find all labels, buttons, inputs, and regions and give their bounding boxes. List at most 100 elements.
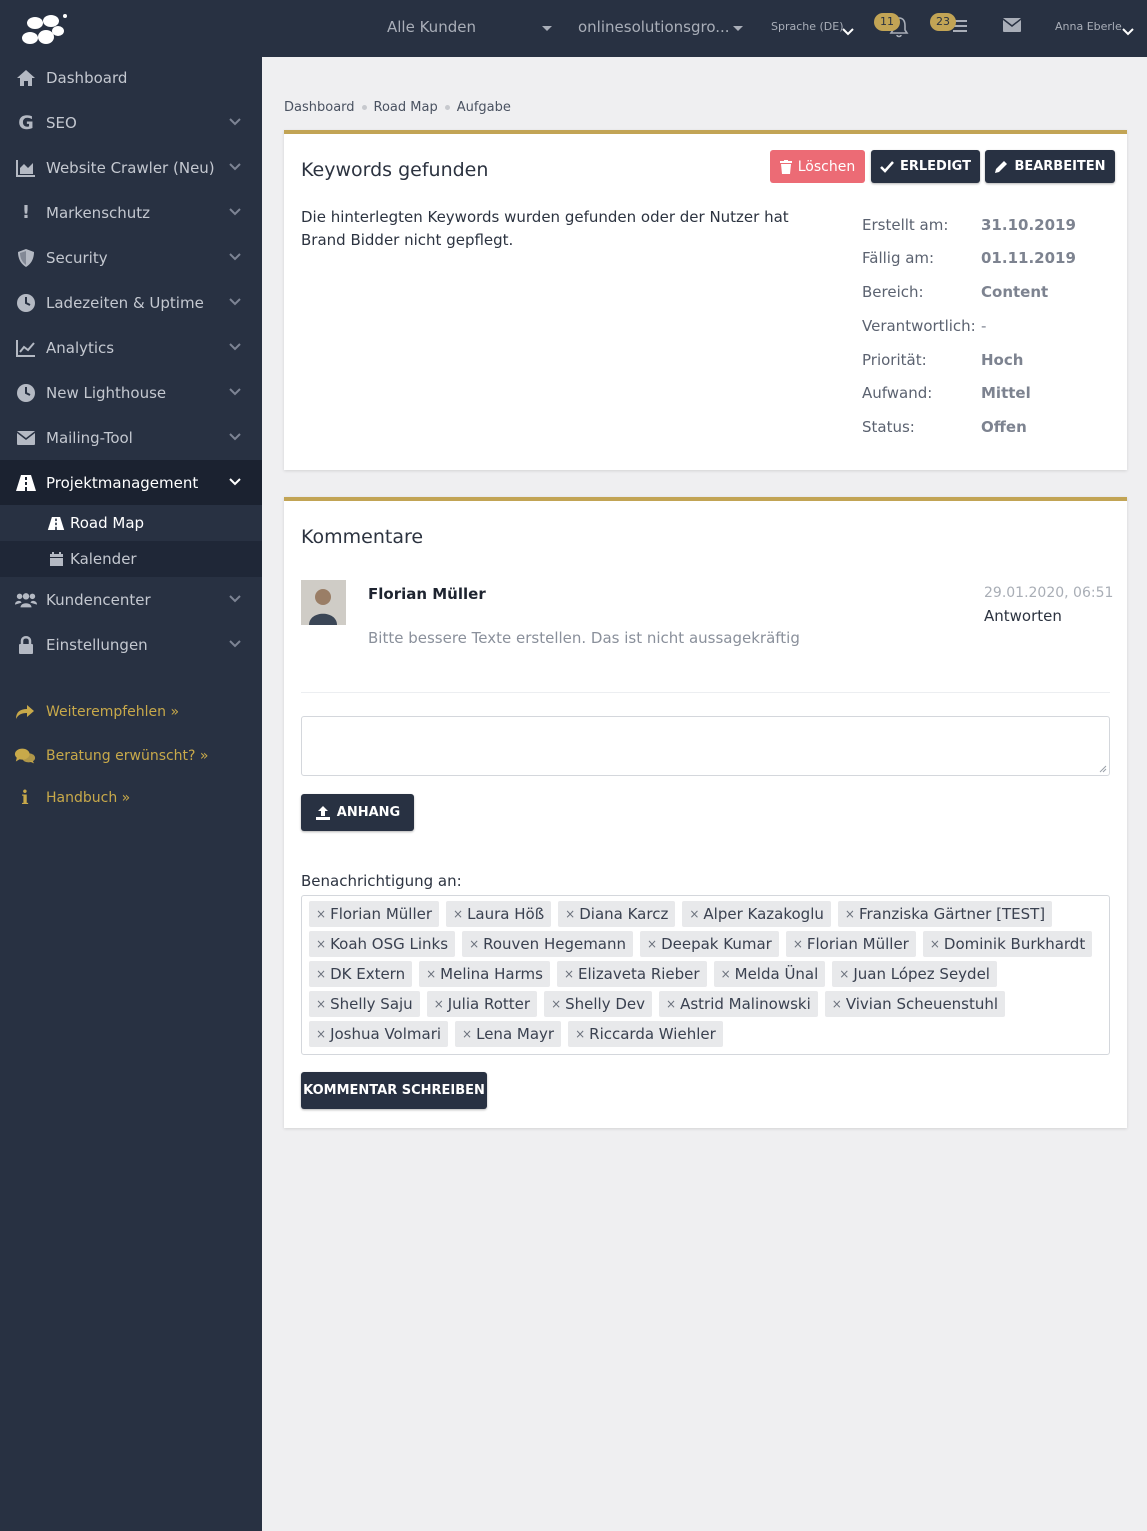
notifications-badge: 11 (874, 13, 900, 31)
sidebar-link-beratung[interactable]: Beratung erwünscht? » (0, 741, 262, 771)
remove-tag-icon[interactable]: × (462, 1027, 472, 1041)
reply-link[interactable]: Antworten (984, 607, 1062, 625)
remove-tag-icon[interactable]: × (647, 937, 657, 951)
remove-tag-icon[interactable]: × (434, 997, 444, 1011)
remove-tag-icon[interactable]: × (316, 967, 326, 981)
sidebar-item-ladezeiten[interactable]: Ladezeiten & Uptime (0, 280, 262, 325)
recipient-tag[interactable]: × Diana Karcz (558, 901, 676, 927)
recipient-tag[interactable]: × Florian Müller (785, 931, 916, 957)
logo-icon[interactable] (20, 12, 68, 50)
recipient-name: Shelly Dev (565, 995, 646, 1013)
recipient-tag[interactable]: × Laura Höß (446, 901, 552, 927)
sidebar-item-einstellungen[interactable]: Einstellungen (0, 622, 262, 667)
recipient-tag[interactable]: × Joshua Volmari (309, 1021, 449, 1047)
recipient-tag[interactable]: × Shelly Dev (544, 991, 653, 1017)
sidebar-item-seo[interactable]: G SEO (0, 100, 262, 145)
remove-tag-icon[interactable]: × (666, 997, 676, 1011)
customer-filter[interactable]: Alle Kunden (387, 18, 476, 36)
sidebar-item-analytics[interactable]: Analytics (0, 325, 262, 370)
chevron-down-icon (229, 343, 241, 351)
recipient-tag[interactable]: × Julia Rotter (426, 991, 538, 1017)
remove-tag-icon[interactable]: × (721, 967, 731, 981)
recipient-tag[interactable]: × Koah OSG Links (309, 931, 456, 957)
sidebar-item-markenschutz[interactable]: ! Markenschutz (0, 190, 262, 235)
remove-tag-icon[interactable]: × (832, 997, 842, 1011)
sidebar-item-dashboard[interactable]: Dashboard (0, 55, 262, 100)
recipient-tag[interactable]: × Juan López Seydel (832, 961, 997, 987)
exclamation-icon: ! (21, 202, 31, 223)
recipient-tag[interactable]: × Melina Harms (419, 961, 550, 987)
sidebar-link-weiterempfehlen[interactable]: Weiterempfehlen » (0, 697, 262, 727)
recipient-tag[interactable]: × Melda Ünal (713, 961, 826, 987)
remove-tag-icon[interactable]: × (930, 937, 940, 951)
remove-tag-icon[interactable]: × (575, 1027, 585, 1041)
resize-handle-icon[interactable] (1099, 765, 1107, 773)
sidebar-item-new-lighthouse[interactable]: New Lighthouse (0, 370, 262, 415)
envelope-icon[interactable] (1002, 17, 1022, 33)
delete-button-label: Löschen (797, 158, 856, 175)
attachment-button[interactable]: ANHANG (301, 794, 414, 831)
language-selector[interactable]: Sprache (DE) (771, 20, 844, 33)
sidebar-item-website-crawler[interactable]: Website Crawler (Neu) (0, 145, 262, 190)
submit-comment-button[interactable]: KOMMENTAR SCHREIBEN (301, 1072, 487, 1109)
breadcrumb-item-dashboard[interactable]: Dashboard (284, 100, 355, 115)
trash-icon (779, 159, 792, 174)
sidebar-item-projektmanagement[interactable]: Projektmanagement (0, 460, 262, 505)
sidebar-item-mailing-tool[interactable]: Mailing-Tool (0, 415, 262, 460)
done-button[interactable]: ERLEDIGT (871, 150, 980, 183)
recipient-tag[interactable]: × Deepak Kumar (640, 931, 779, 957)
remove-tag-icon[interactable]: × (551, 997, 561, 1011)
recipient-tag[interactable]: × Florian Müller (309, 901, 440, 927)
remove-tag-icon[interactable]: × (689, 907, 699, 921)
sidebar-link-handbuch[interactable]: i Handbuch » (0, 783, 262, 813)
recipient-tag[interactable]: × Vivian Scheuenstuhl (824, 991, 1006, 1017)
remove-tag-icon[interactable]: × (565, 907, 575, 921)
calendar-icon (47, 550, 65, 568)
sidebar-subitem-kalender[interactable]: Kalender (0, 541, 262, 577)
breadcrumb-item-road-map[interactable]: Road Map (374, 100, 438, 115)
recipient-tag[interactable]: × Shelly Saju (309, 991, 420, 1017)
project-filter[interactable]: onlinesolutionsgro... (578, 18, 730, 36)
comment-input[interactable] (301, 716, 1110, 776)
edit-button[interactable]: BEARBEITEN (985, 150, 1115, 183)
recipient-tag[interactable]: × Elizaveta Rieber (556, 961, 707, 987)
remove-tag-icon[interactable]: × (316, 937, 326, 951)
recipients-select[interactable]: × Florian Müller × Laura Höß × Diana Karcz × Al… (301, 895, 1110, 1055)
delete-button[interactable]: Löschen (770, 150, 865, 183)
user-photo-icon (301, 580, 346, 625)
sidebar-subitem-road-map[interactable]: Road Map (0, 505, 262, 541)
remove-tag-icon[interactable]: × (845, 907, 855, 921)
share-icon (14, 701, 36, 723)
chevron-down-icon[interactable] (1122, 26, 1134, 38)
recipient-tag[interactable]: × Riccarda Wiehler (568, 1021, 723, 1047)
recipient-name: DK Extern (330, 965, 406, 983)
chevron-down-icon[interactable] (842, 26, 854, 38)
caret-down-icon[interactable] (733, 26, 743, 31)
remove-tag-icon[interactable]: × (564, 967, 574, 981)
recipient-tag[interactable]: × Alper Kazakoglu (682, 901, 831, 927)
user-menu[interactable]: Anna Eberle (1055, 20, 1122, 33)
recipient-tag[interactable]: × Lena Mayr (455, 1021, 562, 1047)
recipient-tag[interactable]: × DK Extern (309, 961, 413, 987)
avatar (301, 580, 346, 625)
recipient-tag[interactable]: × Rouven Hegemann (462, 931, 634, 957)
sidebar-item-security[interactable]: Security (0, 235, 262, 280)
sidebar-item-label: Website Crawler (Neu) (46, 158, 215, 177)
chart-area-icon (15, 157, 37, 179)
recipient-tag[interactable]: × Franziska Gärtner [TEST] (837, 901, 1053, 927)
remove-tag-icon[interactable]: × (316, 1027, 326, 1041)
remove-tag-icon[interactable]: × (316, 997, 326, 1011)
remove-tag-icon[interactable]: × (469, 937, 479, 951)
meta-priority-value: Hoch (981, 351, 1024, 369)
remove-tag-icon[interactable]: × (316, 907, 326, 921)
remove-tag-icon[interactable]: × (453, 907, 463, 921)
done-button-label: ERLEDIGT (900, 159, 971, 174)
remove-tag-icon[interactable]: × (839, 967, 849, 981)
remove-tag-icon[interactable]: × (793, 937, 803, 951)
sidebar: Dashboard G SEO Website Crawler (Neu) ! … (0, 0, 262, 1531)
remove-tag-icon[interactable]: × (426, 967, 436, 981)
caret-down-icon[interactable] (542, 26, 552, 31)
sidebar-item-kundencenter[interactable]: Kundencenter (0, 577, 262, 622)
recipient-tag[interactable]: × Astrid Malinowski (659, 991, 818, 1017)
recipient-tag[interactable]: × Dominik Burkhardt (922, 931, 1093, 957)
